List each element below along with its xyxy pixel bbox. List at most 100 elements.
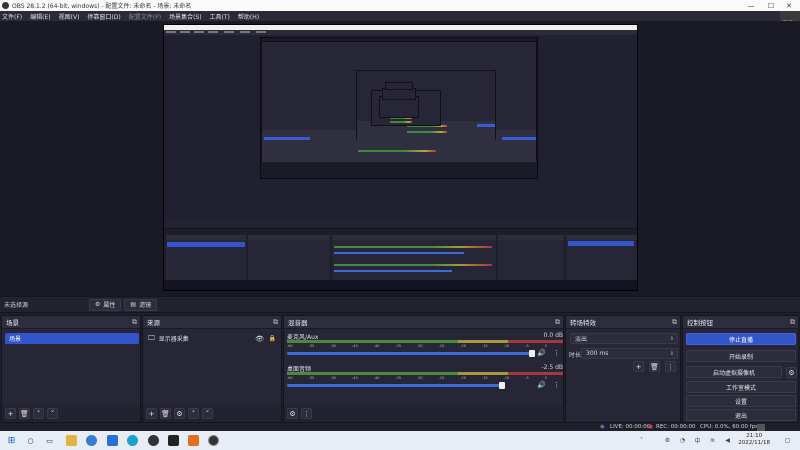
add-scene-button[interactable]: + [5,408,16,419]
tick-label: -55 [308,376,315,380]
tick-label: -55 [308,344,315,348]
chevron-down-icon: ˅ [50,409,55,418]
notification-icon[interactable]: ▢ [782,435,793,446]
undock-icon[interactable]: ⧉ [555,318,560,327]
properties-button[interactable]: ⚙ 属性 [89,298,122,311]
settings-button[interactable]: 设置 [686,395,796,407]
search-icon[interactable]: ○ [25,435,36,446]
tick-label: -30 [416,344,423,348]
scene-item[interactable]: 场景 [5,333,139,344]
preview-canvas[interactable] [163,24,638,291]
source-item-label: 显示器采集 [158,336,189,343]
remove-scene-button[interactable]: 🗑 [19,408,30,419]
windows-start-icon[interactable]: ⊞ [6,435,17,446]
network-icon[interactable]: ◔ [677,435,688,446]
scenes-dock-header: 场景 ⧉ [2,316,140,329]
slider-handle[interactable] [529,350,535,357]
lock-icon[interactable]: 🔒 [269,335,276,342]
undock-icon[interactable]: ⧉ [672,318,677,327]
app-icon[interactable] [86,435,97,446]
more-options-icon[interactable]: ⋮ [553,381,560,389]
volume-slider[interactable] [287,350,535,357]
remove-source-button[interactable]: 🗑 [160,408,171,419]
clock-time: 21:10 [746,433,763,439]
mixer-track-desktop: 桌面音频 -2.5 dB -60 -55 -50 -45 -40 -35 -30 -25 -20… [287,364,563,392]
terminal-icon[interactable] [168,435,179,446]
menu-tools[interactable]: 工具(T) [210,12,230,21]
status-bar: ◉ LIVE: 00:00:00 ● REC: 00:00:00 CPU: 0.… [0,423,800,431]
add-source-button[interactable]: + [146,408,157,419]
edge-icon[interactable] [127,435,138,446]
menu-docks[interactable]: 停靠窗口(D) [87,12,120,21]
store-icon[interactable] [107,435,118,446]
clock-date: 2022/11/18 [738,440,770,446]
minimize-button[interactable]: — [742,0,760,11]
move-scene-up-button[interactable]: ˄ [33,408,44,419]
transition-menu-button[interactable]: ⋮ [665,361,676,372]
tick-label: -5 [525,344,529,348]
tray-chevron-icon[interactable]: ˄ [636,435,647,446]
sources-title: 来源 [147,319,160,327]
filters-button[interactable]: ▤ 滤镜 [124,298,158,311]
menu-scene-collection[interactable]: 场景集合(S) [169,12,202,21]
controls-dock: 控制按钮 ⧉ 停止直播 开始录制 启动虚拟摄像机 ⚙ 工作室模式 设置 退出 [682,315,799,423]
menu-edit[interactable]: 编辑(E) [30,12,50,21]
advanced-audio-button[interactable]: ⚙ [287,408,298,419]
remove-transition-button[interactable]: 🗑 [649,361,660,372]
controls-title: 控制按钮 [687,319,713,327]
tick-label: -35 [395,376,401,380]
stop-streaming-button[interactable]: 停止直播 [686,333,796,345]
visibility-eye-icon[interactable]: 👁 [255,335,264,343]
volume-slider[interactable] [287,382,505,389]
volume-icon[interactable]: ◀ [722,435,733,446]
transition-type-select[interactable]: 淡出 ⇕ [570,333,678,344]
preview-area[interactable] [0,21,800,296]
rec-status: REC: 00:00:00 [656,424,696,430]
chevron-up-icon: ˄ [36,409,41,418]
filters-label: 滤镜 [139,302,152,309]
move-scene-down-button[interactable]: ˅ [47,408,58,419]
track-db: 0.0 dB [543,332,563,339]
menu-profile[interactable]: 配置文件(P) [129,12,161,21]
menu-file[interactable]: 文件(F) [2,12,22,21]
more-options-icon: ⋮ [667,362,674,371]
undock-icon[interactable]: ⧉ [790,318,795,327]
virtual-camera-settings-button[interactable]: ⚙ [786,367,797,378]
status-indicator [757,423,765,431]
more-options-icon[interactable]: ⋮ [553,349,560,357]
close-button[interactable]: ✕ [780,0,798,11]
tick-label: -5 [525,376,529,380]
file-explorer-icon[interactable] [66,435,77,446]
exit-button[interactable]: 退出 [686,409,796,421]
start-recording-button[interactable]: 开始录制 [686,350,796,362]
tray-icon[interactable]: ⚙ [662,435,673,446]
speaker-icon[interactable]: 🔊 [537,349,546,357]
speaker-icon[interactable]: 🔊 [537,381,546,389]
undock-icon[interactable]: ⧉ [273,318,278,327]
no-source-label: 未选择源 [4,302,29,309]
add-transition-button[interactable]: + [633,361,644,372]
slider-handle[interactable] [499,382,505,389]
start-virtual-camera-button[interactable]: 启动虚拟摄像机 [686,366,782,378]
studio-mode-button[interactable]: 工作室模式 [686,381,796,393]
source-item[interactable]: 🖵 显示器采集 👁 🔒 [146,333,280,344]
duration-input[interactable]: 300 ms ⇕ [581,348,678,359]
move-source-up-button[interactable]: ˄ [188,408,199,419]
obs-taskbar-icon[interactable] [208,435,219,446]
maximize-button[interactable]: ☐ [762,0,780,11]
app-orange-icon[interactable] [188,435,199,446]
wifi-icon[interactable]: ≋ [707,435,718,446]
live-icon: ◉ [600,424,605,430]
menu-view[interactable]: 视图(V) [59,12,80,21]
undock-icon[interactable]: ⧉ [132,318,137,327]
move-source-down-button[interactable]: ˅ [202,408,213,419]
mixer-menu-button[interactable]: ⋮ [301,408,312,419]
ime-icon[interactable]: 中 [692,435,703,446]
github-icon[interactable] [148,435,159,446]
menu-help[interactable]: 帮助(H) [238,12,259,21]
taskbar-clock[interactable]: 21:10 2022/11/18 [738,433,770,447]
task-view-icon[interactable]: ▭ [44,435,55,446]
tick-label: -15 [481,376,488,380]
sources-dock-header: 来源 ⧉ [143,316,281,329]
source-properties-button[interactable]: ⚙ [174,408,185,419]
